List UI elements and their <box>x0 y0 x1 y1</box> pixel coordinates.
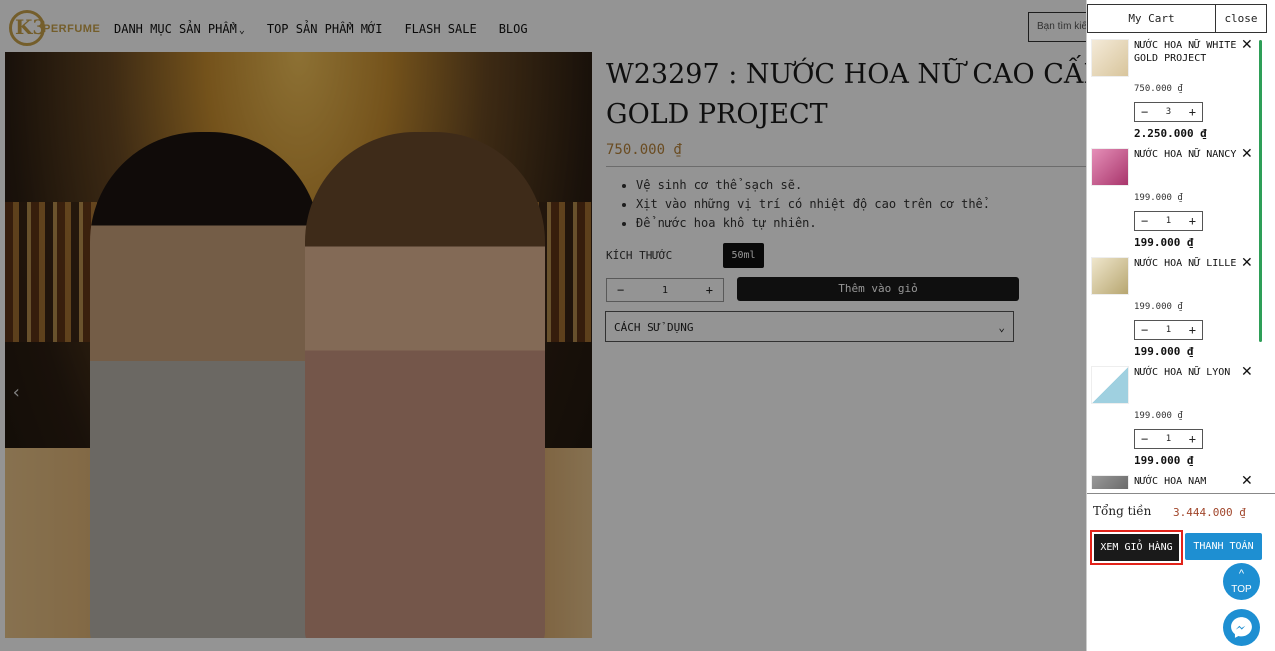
qty-value[interactable]: 1 <box>1166 216 1171 226</box>
qty-increase-button[interactable]: + <box>1189 432 1196 446</box>
cart-item-name[interactable]: NƯỚC HOA NỮ WHITE GOLD PROJECT <box>1134 39 1242 65</box>
remove-item-icon[interactable]: ✕ <box>1241 255 1253 271</box>
cart-total-label: Tổng tiền <box>1093 504 1152 518</box>
cart-item-thumbnail <box>1091 366 1129 404</box>
cart-item-price: 199.000 ₫ <box>1134 193 1183 203</box>
remove-item-icon[interactable]: ✕ <box>1241 473 1253 489</box>
cart-item-price: 750.000 ₫ <box>1134 84 1183 94</box>
messenger-icon <box>1231 617 1252 638</box>
qty-value[interactable]: 3 <box>1166 107 1171 117</box>
cart-item: NƯỚC HOA NỮ NANCY ✕ 199.000 ₫ − 1 + 199.… <box>1087 146 1267 255</box>
view-cart-highlight: XEM GIỎ HÀNG <box>1090 530 1183 565</box>
cart-item: NƯỚC HOA NỮ WHITE GOLD PROJECT ✕ 750.000… <box>1087 37 1267 146</box>
chevron-up-icon: ^ <box>1238 568 1245 580</box>
cart-item-name[interactable]: NƯỚC HOA NỮ LILLE <box>1134 257 1242 270</box>
close-cart-button[interactable]: close <box>1215 5 1266 32</box>
cart-title: My Cart <box>1128 12 1175 25</box>
remove-item-icon[interactable]: ✕ <box>1241 364 1253 380</box>
qty-decrease-button[interactable]: − <box>1141 214 1148 228</box>
qty-decrease-button[interactable]: − <box>1141 105 1148 119</box>
cart-item-quantity-stepper: − 1 + <box>1134 211 1203 231</box>
divider <box>1087 493 1275 494</box>
qty-increase-button[interactable]: + <box>1189 214 1196 228</box>
cart-item-thumbnail <box>1091 148 1129 186</box>
remove-item-icon[interactable]: ✕ <box>1241 146 1253 162</box>
cart-total-value: 3.444.000 ₫ <box>1173 506 1246 519</box>
cart-item-thumbnail <box>1091 257 1129 295</box>
cart-header: My Cart close <box>1087 4 1267 33</box>
cart-item-line-total: 199.000 ₫ <box>1134 345 1194 358</box>
back-to-top-label: TOP <box>1231 584 1252 595</box>
cart-item: NƯỚC HOA NỮ LILLE ✕ 199.000 ₫ − 1 + 199.… <box>1087 255 1267 364</box>
cart-item: NƯỚC HOA NỮ LYON ✕ 199.000 ₫ − 1 + 199.0… <box>1087 364 1267 473</box>
messenger-button[interactable] <box>1223 609 1260 646</box>
cart-item-price: 199.000 ₫ <box>1134 302 1183 312</box>
cart-item-line-total: 199.000 ₫ <box>1134 236 1194 249</box>
cart-item-name[interactable]: NƯỚC HOA NỮ NANCY <box>1134 148 1242 161</box>
cart-item-thumbnail <box>1091 475 1129 489</box>
remove-item-icon[interactable]: ✕ <box>1241 37 1253 53</box>
cart-item: NƯỚC HOA NAM ✕ <box>1087 473 1267 489</box>
qty-value[interactable]: 1 <box>1166 325 1171 335</box>
cart-item-line-total: 2.250.000 ₫ <box>1134 127 1207 140</box>
back-to-top-button[interactable]: ^ TOP <box>1223 563 1260 600</box>
cart-item-quantity-stepper: − 3 + <box>1134 102 1203 122</box>
checkout-button[interactable]: THANH TOÁN <box>1185 533 1262 560</box>
qty-decrease-button[interactable]: − <box>1141 432 1148 446</box>
cart-item-price: 199.000 ₫ <box>1134 411 1183 421</box>
cart-item-name[interactable]: NƯỚC HOA NỮ LYON <box>1134 366 1242 379</box>
cart-drawer: My Cart close NƯỚC HOA NỮ WHITE GOLD PRO… <box>1086 0 1275 651</box>
qty-decrease-button[interactable]: − <box>1141 323 1148 337</box>
view-cart-button[interactable]: XEM GIỎ HÀNG <box>1094 534 1179 561</box>
cart-item-list: NƯỚC HOA NỮ WHITE GOLD PROJECT ✕ 750.000… <box>1087 37 1275 489</box>
qty-increase-button[interactable]: + <box>1189 105 1196 119</box>
cart-item-quantity-stepper: − 1 + <box>1134 320 1203 340</box>
page-overlay[interactable] <box>0 0 1086 651</box>
cart-item-line-total: 199.000 ₫ <box>1134 454 1194 467</box>
cart-item-name[interactable]: NƯỚC HOA NAM <box>1134 475 1242 488</box>
cart-item-quantity-stepper: − 1 + <box>1134 429 1203 449</box>
cart-scrollbar[interactable] <box>1259 40 1262 342</box>
qty-increase-button[interactable]: + <box>1189 323 1196 337</box>
qty-value[interactable]: 1 <box>1166 434 1171 444</box>
cart-item-thumbnail <box>1091 39 1129 77</box>
